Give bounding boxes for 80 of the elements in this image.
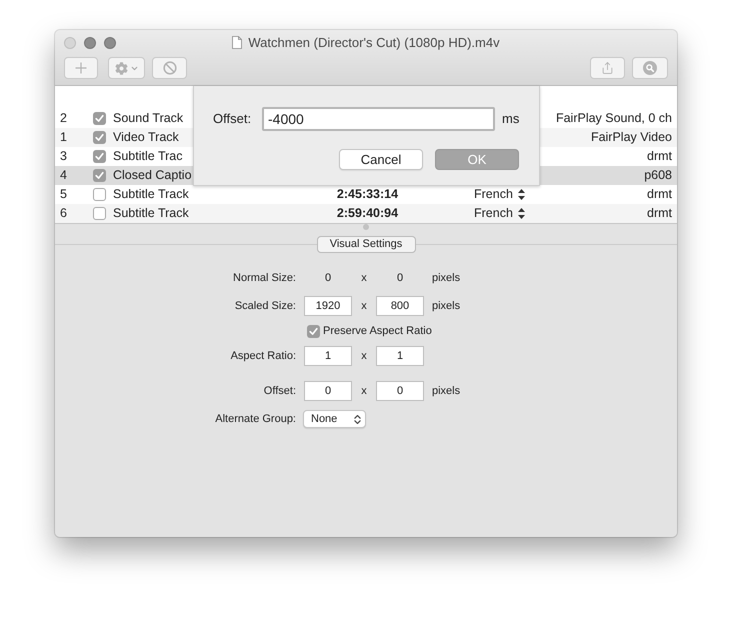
track-duration: 2:45:33:14 bbox=[336, 186, 398, 204]
checkbox[interactable] bbox=[93, 150, 106, 163]
track-name: Sound Track bbox=[113, 110, 184, 128]
checkmark-icon bbox=[95, 152, 104, 161]
unit-label: ms bbox=[502, 110, 520, 128]
search-icon bbox=[643, 61, 657, 75]
checkmark-icon bbox=[309, 326, 318, 336]
track-name: Video Track bbox=[113, 129, 179, 146]
track-format: p608 bbox=[644, 167, 672, 184]
track-number: 5 bbox=[59, 186, 68, 204]
track-number: 1 bbox=[59, 129, 68, 146]
track-number: 4 bbox=[59, 167, 68, 184]
add-button[interactable] bbox=[64, 57, 98, 79]
unit-label: pixels bbox=[432, 384, 460, 399]
checkbox[interactable] bbox=[93, 169, 106, 182]
track-format: drmt bbox=[647, 148, 672, 166]
field-label: Scaled Size: bbox=[234, 298, 296, 314]
visual-settings-tab[interactable]: Visual Settings bbox=[316, 236, 416, 253]
number-field[interactable]: 1 bbox=[304, 346, 352, 366]
times-sign: x bbox=[361, 384, 367, 399]
splitter-handle-icon[interactable] bbox=[363, 224, 369, 230]
number-field[interactable]: 1920 bbox=[304, 296, 352, 316]
checkmark-icon bbox=[95, 171, 104, 180]
track-number: 6 bbox=[59, 205, 68, 222]
number-field[interactable]: 800 bbox=[376, 296, 424, 316]
offset-field[interactable]: -4000 bbox=[262, 107, 495, 131]
track-format: drmt bbox=[647, 205, 672, 222]
track-name: Subtitle Track bbox=[113, 186, 189, 204]
track-duration: 2:59:40:94 bbox=[336, 205, 398, 222]
search-button[interactable] bbox=[632, 57, 668, 79]
checkbox[interactable] bbox=[93, 188, 106, 201]
share-icon bbox=[601, 61, 614, 75]
group-popup[interactable]: None bbox=[303, 410, 366, 428]
checkmark-icon bbox=[95, 114, 104, 123]
language-popup[interactable]: French bbox=[474, 204, 525, 223]
number-field[interactable]: 0 bbox=[376, 381, 424, 401]
window-title: Watchmen (Director's Cut) (1080p HD).m4v bbox=[248, 34, 500, 52]
stepper-arrows-icon bbox=[518, 189, 525, 200]
chevrons-icon bbox=[354, 414, 361, 424]
track-number: 2 bbox=[59, 110, 68, 128]
zoom-button[interactable] bbox=[104, 36, 116, 48]
track-name: Subtitle Trac bbox=[113, 148, 182, 166]
stepper-arrows-icon bbox=[518, 208, 525, 219]
offset-label: Offset: bbox=[213, 110, 252, 128]
number-field[interactable]: 1 bbox=[376, 346, 424, 366]
field-label: Alternate Group: bbox=[215, 412, 296, 427]
prohibited-button[interactable] bbox=[152, 57, 187, 79]
track-row[interactable]: 6 Subtitle Track 2:59:40:94 French drmt bbox=[55, 204, 677, 223]
track-name: Closed Captio bbox=[113, 167, 192, 184]
track-number: 3 bbox=[59, 148, 68, 166]
language-popup[interactable]: French bbox=[474, 185, 525, 204]
times-sign: x bbox=[361, 348, 367, 364]
gear-icon bbox=[114, 62, 128, 74]
document-icon bbox=[232, 36, 242, 49]
track-format: FairPlay Video bbox=[590, 129, 672, 146]
gear-menu-button[interactable] bbox=[108, 57, 145, 79]
checkbox[interactable] bbox=[93, 112, 106, 125]
checkmark-icon bbox=[95, 133, 104, 142]
unit-label: pixels bbox=[432, 298, 460, 314]
track-format: FairPlay Sound, 0 ch bbox=[556, 110, 672, 128]
times-sign: x bbox=[361, 270, 367, 286]
number-field[interactable]: 0 bbox=[304, 381, 352, 401]
field-label: Aspect Ratio: bbox=[230, 348, 296, 364]
checkbox[interactable] bbox=[307, 324, 320, 338]
prohibited-icon bbox=[162, 61, 176, 75]
checkbox[interactable] bbox=[93, 131, 106, 144]
track-name: Subtitle Track bbox=[113, 205, 189, 222]
share-button[interactable] bbox=[590, 57, 625, 79]
checkbox-label: Preserve Aspect Ratio bbox=[323, 324, 432, 339]
track-format: drmt bbox=[647, 186, 672, 204]
unit-label: pixels bbox=[432, 270, 460, 286]
size-value: 0 bbox=[324, 270, 332, 286]
dialog-button[interactable]: Cancel bbox=[339, 149, 423, 170]
times-sign: x bbox=[361, 298, 367, 314]
field-label: Offset: bbox=[264, 384, 296, 399]
plus-icon bbox=[75, 62, 87, 74]
size-value: 0 bbox=[396, 270, 404, 286]
checkbox[interactable] bbox=[93, 207, 106, 220]
minimize-button[interactable] bbox=[84, 36, 96, 48]
field-label: Normal Size: bbox=[233, 270, 296, 286]
